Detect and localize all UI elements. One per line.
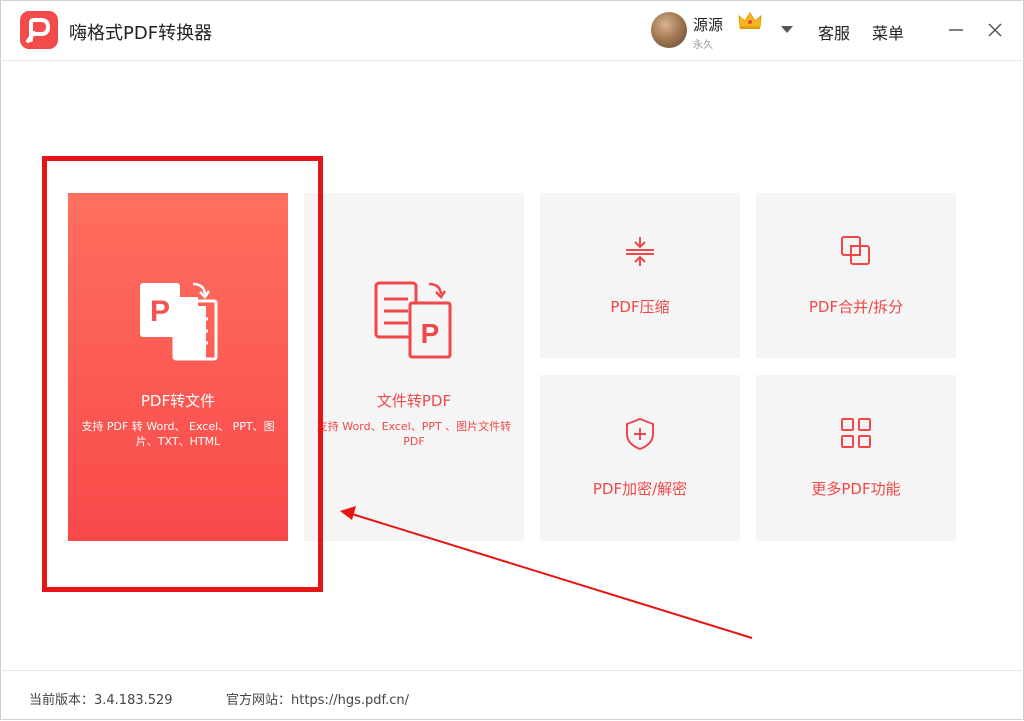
- highlight-box-annotation: [42, 156, 323, 592]
- menu-button[interactable]: 菜单: [872, 20, 904, 44]
- card-title: PDF压缩: [610, 298, 670, 316]
- merge-icon: [841, 236, 870, 265]
- svg-text:P: P: [421, 318, 440, 349]
- close-button[interactable]: [985, 20, 1005, 40]
- shield-icon: [626, 417, 654, 451]
- crown-icon: [738, 12, 762, 29]
- card-title: PDF加密/解密: [592, 480, 688, 498]
- username[interactable]: 源源: [693, 14, 723, 35]
- pdf-encrypt-decrypt-card[interactable]: PDF加密/解密: [540, 375, 740, 541]
- card-title: 更多PDF功能: [811, 480, 901, 498]
- dropdown-arrow-icon[interactable]: [780, 25, 794, 35]
- compress-icon: [626, 237, 654, 266]
- grid-icon: [841, 418, 871, 448]
- more-pdf-features-card[interactable]: 更多PDF功能: [756, 375, 956, 541]
- customer-service-button[interactable]: 客服: [818, 20, 850, 44]
- pdf-merge-split-card[interactable]: PDF合并/拆分: [756, 193, 956, 358]
- card-title: PDF合并/拆分: [808, 298, 904, 316]
- footer: 当前版本：3.4.183.529 官方网站：https://hgs.pdf.cn…: [0, 670, 1024, 721]
- website-link[interactable]: 官方网站：https://hgs.pdf.cn/: [226, 689, 409, 708]
- pdf-compress-card[interactable]: PDF压缩: [540, 193, 740, 358]
- membership-label: 永久: [693, 40, 713, 51]
- pdf-logo-icon: [20, 11, 58, 49]
- minimize-button[interactable]: [946, 20, 966, 40]
- title-bar: 嗨格式PDF转换器 源源 永久 客服 菜单: [0, 0, 1024, 61]
- file-to-pdf-icon: P: [374, 281, 452, 359]
- version-label: 当前版本：3.4.183.529: [29, 693, 173, 708]
- app-title: 嗨格式PDF转换器: [69, 23, 213, 44]
- file-to-pdf-card[interactable]: P 文件转PDF 支持 Word、Excel、PPT 、图片文件转 PDF: [304, 193, 524, 541]
- avatar[interactable]: [651, 12, 687, 48]
- card-description: 支持 Word、Excel、PPT 、图片文件转 PDF: [316, 420, 512, 448]
- card-title: 文件转PDF: [376, 392, 452, 410]
